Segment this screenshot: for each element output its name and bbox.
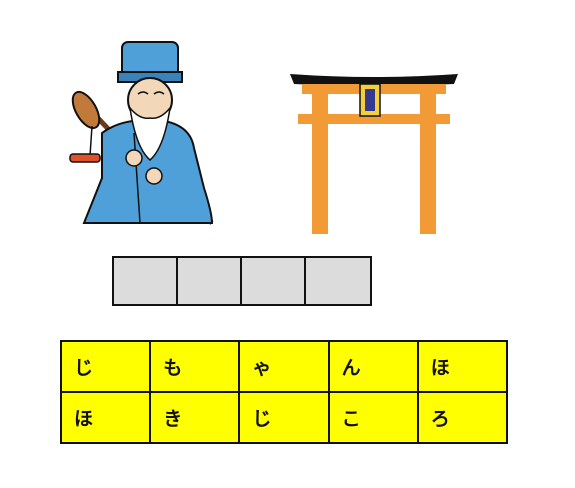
answer-slot[interactable] [306,258,370,304]
character-tile[interactable]: も [151,342,239,391]
character-tile[interactable]: じ [62,342,150,391]
torii-gate-illustration [290,74,458,234]
character-tile[interactable]: ほ [62,393,150,442]
character-tile[interactable]: ほ [418,342,506,391]
character-tile-grid: じ も ゃ ん ほ ほ き じ こ ろ [60,340,508,444]
character-tile[interactable]: じ [240,393,328,442]
character-tile[interactable]: き [151,393,239,442]
answer-slot[interactable] [178,258,242,304]
character-tile[interactable]: ろ [418,393,506,442]
character-tile[interactable]: こ [329,393,417,442]
character-tile[interactable]: ん [329,342,417,391]
character-tile[interactable]: ゃ [240,342,328,391]
sage-illustration [69,41,214,225]
answer-row [112,256,372,306]
answer-slot[interactable] [242,258,306,304]
answer-slot[interactable] [114,258,178,304]
